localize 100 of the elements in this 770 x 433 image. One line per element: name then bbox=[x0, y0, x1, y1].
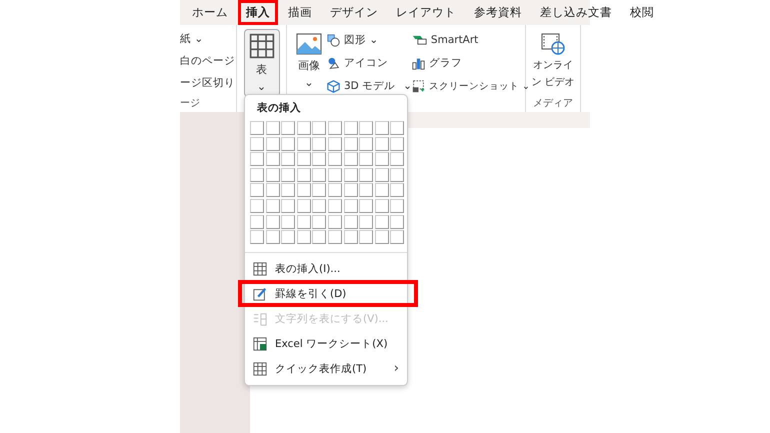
table-grid-cell[interactable] bbox=[266, 214, 280, 229]
ribbon-tab[interactable]: 差し込み文書 bbox=[532, 0, 620, 25]
table-grid-cell[interactable] bbox=[312, 198, 326, 213]
table-grid-cell[interactable] bbox=[344, 198, 358, 213]
table-grid-cell[interactable] bbox=[390, 168, 404, 182]
table-grid-cell[interactable] bbox=[344, 136, 358, 151]
table-grid-cell[interactable] bbox=[296, 214, 311, 229]
table-grid-cell[interactable] bbox=[390, 152, 404, 166]
table-grid-cell[interactable] bbox=[250, 136, 264, 151]
table-grid-cell[interactable] bbox=[296, 168, 311, 182]
ribbon-command[interactable]: 白のページ bbox=[180, 53, 232, 69]
table-grid-cell[interactable] bbox=[328, 168, 342, 182]
table-grid-cell[interactable] bbox=[312, 152, 326, 166]
table-grid-cell[interactable] bbox=[296, 198, 311, 213]
table-grid-cell[interactable] bbox=[250, 121, 264, 135]
table-grid-cell[interactable] bbox=[266, 230, 280, 244]
table-grid-cell[interactable] bbox=[250, 183, 264, 198]
table-grid-cell[interactable] bbox=[374, 168, 389, 182]
ribbon-command[interactable]: グラフ bbox=[412, 55, 530, 71]
ribbon-tab[interactable]: 挿入 bbox=[238, 0, 278, 25]
table-grid-cell[interactable] bbox=[281, 168, 296, 182]
table-grid-cell[interactable] bbox=[281, 183, 296, 198]
ribbon-tab[interactable]: レイアウト bbox=[388, 0, 464, 25]
table-button[interactable]: 表 ⌄ bbox=[244, 29, 280, 97]
ribbon-tab[interactable]: ホーム bbox=[184, 0, 236, 25]
table-grid-cell[interactable] bbox=[296, 121, 311, 135]
table-grid-cell[interactable] bbox=[390, 230, 404, 244]
table-grid-cell[interactable] bbox=[359, 230, 374, 244]
table-grid-cell[interactable] bbox=[328, 230, 342, 244]
table-grid-cell[interactable] bbox=[374, 136, 389, 151]
table-grid-cell[interactable] bbox=[312, 230, 326, 244]
ribbon-command[interactable]: アイコン bbox=[327, 55, 412, 71]
ribbon-tab[interactable]: 描画 bbox=[280, 0, 320, 25]
table-grid-cell[interactable] bbox=[312, 121, 326, 135]
table-grid-cell[interactable] bbox=[359, 121, 374, 135]
table-grid-cell[interactable] bbox=[250, 214, 264, 229]
table-grid-cell[interactable] bbox=[344, 168, 358, 182]
table-grid-cell[interactable] bbox=[250, 198, 264, 213]
table-grid-cell[interactable] bbox=[359, 198, 374, 213]
table-grid-cell[interactable] bbox=[374, 152, 389, 166]
table-grid-cell[interactable] bbox=[296, 152, 311, 166]
table-grid-cell[interactable] bbox=[359, 152, 374, 166]
table-grid-cell[interactable] bbox=[344, 214, 358, 229]
table-grid-cell[interactable] bbox=[266, 168, 280, 182]
table-grid-cell[interactable] bbox=[374, 214, 389, 229]
table-grid-cell[interactable] bbox=[266, 198, 280, 213]
ribbon-command[interactable]: 図形 ⌄ bbox=[327, 32, 412, 48]
table-grid-cell[interactable] bbox=[374, 183, 389, 198]
table-grid-cell[interactable] bbox=[266, 183, 280, 198]
ribbon-command[interactable]: SmartArt bbox=[412, 32, 530, 48]
table-grid-cell[interactable] bbox=[344, 230, 358, 244]
table-grid-cell[interactable] bbox=[390, 183, 404, 198]
table-grid-cell[interactable] bbox=[328, 198, 342, 213]
menu-item[interactable]: 罫線を引く(D) bbox=[239, 281, 417, 306]
table-grid-cell[interactable] bbox=[312, 214, 326, 229]
table-grid-cell[interactable] bbox=[296, 136, 311, 151]
ribbon-command[interactable]: 紙 ⌄ bbox=[180, 31, 232, 47]
table-grid-cell[interactable] bbox=[374, 230, 389, 244]
table-grid-cell[interactable] bbox=[359, 168, 374, 182]
table-grid-cell[interactable] bbox=[250, 152, 264, 166]
ribbon-tab[interactable]: デザイン bbox=[322, 0, 386, 25]
table-grid-cell[interactable] bbox=[344, 121, 358, 135]
table-grid-cell[interactable] bbox=[296, 183, 311, 198]
table-grid-cell[interactable] bbox=[390, 198, 404, 213]
table-grid-cell[interactable] bbox=[281, 136, 296, 151]
table-grid-cell[interactable] bbox=[281, 152, 296, 166]
table-grid-cell[interactable] bbox=[359, 183, 374, 198]
table-grid-cell[interactable] bbox=[328, 136, 342, 151]
table-grid-cell[interactable] bbox=[328, 214, 342, 229]
table-grid-cell[interactable] bbox=[374, 198, 389, 213]
table-grid-cell[interactable] bbox=[250, 168, 264, 182]
table-grid-cell[interactable] bbox=[266, 152, 280, 166]
ribbon-command[interactable]: スクリーンショット ⌄ bbox=[412, 78, 530, 94]
menu-item[interactable]: 表の挿入(I)... bbox=[245, 256, 407, 282]
ribbon-command[interactable]: 3D モデル ⌄ bbox=[327, 78, 412, 94]
menu-item[interactable]: Excel ワークシート(X) bbox=[245, 331, 407, 356]
table-grid-cell[interactable] bbox=[359, 136, 374, 151]
table-grid-cell[interactable] bbox=[281, 121, 296, 135]
table-grid-cell[interactable] bbox=[266, 136, 280, 151]
table-grid-cell[interactable] bbox=[359, 214, 374, 229]
ribbon-tab[interactable]: 校閲 bbox=[622, 0, 662, 25]
table-grid-cell[interactable] bbox=[390, 136, 404, 151]
table-grid-cell[interactable] bbox=[344, 152, 358, 166]
table-grid-cell[interactable] bbox=[312, 136, 326, 151]
ribbon-command[interactable]: ージ区切り bbox=[180, 75, 232, 91]
menu-item[interactable]: クイック表作成(T) › bbox=[245, 356, 407, 382]
table-grid-cell[interactable] bbox=[328, 152, 342, 166]
table-grid-cell[interactable] bbox=[328, 183, 342, 198]
table-grid-cell[interactable] bbox=[281, 230, 296, 244]
table-grid-cell[interactable] bbox=[312, 183, 326, 198]
ribbon-tab[interactable]: 参考資料 bbox=[466, 0, 530, 25]
table-grid-cell[interactable] bbox=[328, 121, 342, 135]
table-grid-cell[interactable] bbox=[312, 168, 326, 182]
table-grid-cell[interactable] bbox=[281, 198, 296, 213]
table-grid-cell[interactable] bbox=[296, 230, 311, 244]
table-grid-cell[interactable] bbox=[390, 121, 404, 135]
table-grid-cell[interactable] bbox=[266, 121, 280, 135]
table-grid-cell[interactable] bbox=[374, 121, 389, 135]
table-grid-cell[interactable] bbox=[250, 230, 264, 244]
table-grid-cell[interactable] bbox=[281, 214, 296, 229]
